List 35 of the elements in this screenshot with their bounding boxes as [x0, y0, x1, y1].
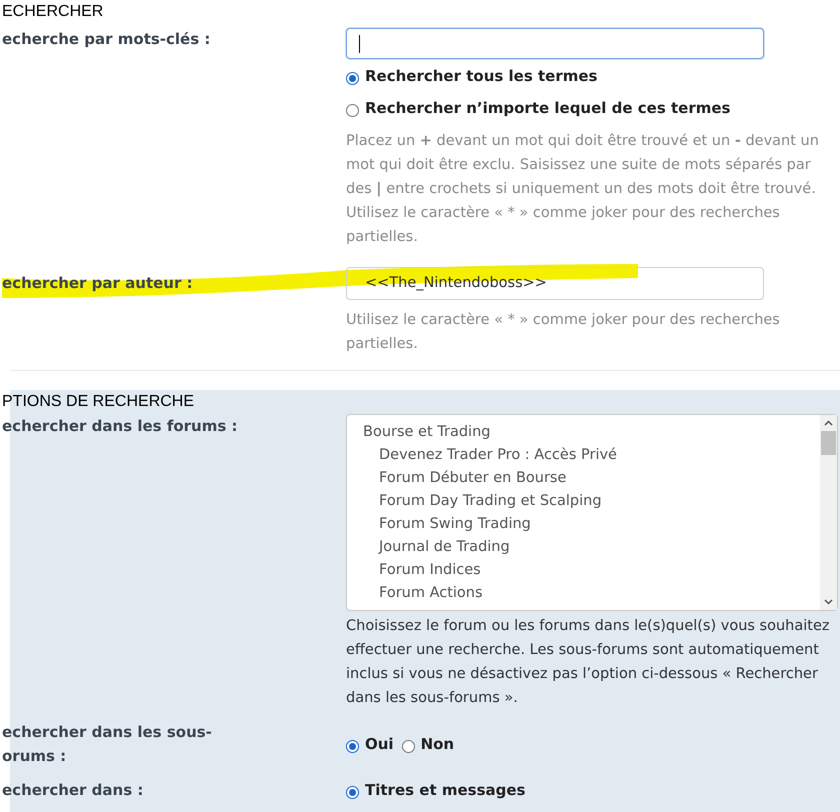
radio-button[interactable] [402, 740, 415, 752]
forum-listbox[interactable]: Bourse et Trading Devenez Trader Pro : Accès Privé Forum Débuter en Bourse Forum Day Trading et Scalping Forum Swing Trading Journal de Trading Forum Indices Forum Actions [346, 414, 838, 611]
forum-option[interactable]: Forum Indices [363, 559, 820, 582]
forum-option[interactable]: Journal de Trading [363, 536, 820, 559]
radio-button[interactable] [346, 72, 359, 84]
forum-option[interactable]: Devenez Trader Pro : Accès Privé [363, 444, 820, 467]
radio-button[interactable] [346, 786, 359, 798]
radio-option[interactable]: Oui [346, 720, 394, 768]
forum-option[interactable]: Forum Débuter en Bourse [363, 467, 820, 490]
radio-option[interactable]: Rechercher n’importe lequel de ces termes [346, 96, 840, 120]
field-label: echercher dans les sous- [2, 722, 213, 743]
forum-option[interactable]: Forum Day Trading et Scalping [363, 490, 820, 513]
radio-option[interactable]: Non [402, 720, 454, 768]
help-text: Utilisez le caractère « * » comme joker pour des recherches partielles. [346, 311, 781, 354]
forum-option[interactable]: Forum Actions [363, 582, 820, 605]
scroll-up-icon[interactable] [824, 420, 833, 426]
scroll-down-icon[interactable] [824, 599, 833, 605]
scrollbar-thumb[interactable] [821, 431, 836, 455]
radio-button[interactable] [346, 104, 359, 116]
field-label: echerche par mots-clés : [2, 29, 212, 50]
text-cursor [359, 34, 360, 52]
field-label: orums : [2, 746, 68, 767]
help-text: Choisissez le forum ou les forums dans le(s)quel(s) vous souhaitez effectuer une recherche. Les sous-forums sont automatiquement inclus si vous ne désactivez pas l’option ci-dessous « Rechercher dans les sous-forums ». [346, 617, 830, 708]
radio-option[interactable]: Rechercher tous les termes [346, 64, 840, 88]
radio-button[interactable] [346, 740, 359, 752]
keywords-input[interactable] [346, 28, 764, 59]
section-title: ECHERCHER [2, 2, 104, 22]
forum-option[interactable]: Forum Swing Trading [363, 513, 820, 536]
radio-option[interactable]: Titres et messages [346, 778, 840, 802]
field-label: echercher dans les forums : [2, 416, 239, 437]
section-title: PTIONS DE RECHERCHE [2, 392, 196, 412]
field-label: echercher dans : [2, 780, 144, 801]
help-text: Placez un + devant un mot qui doit être trouvé et un - devant un mot qui doit être exclu. Saisissez une suite de mots séparés par des | entre crochets si uniquement un des mots doit être trouvé. Utilisez le caractère « * » comme joker pour des recherches partielles. [346, 132, 820, 247]
forum-option[interactable]: Bourse et Trading [363, 421, 820, 444]
scrollbar[interactable] [820, 415, 837, 610]
